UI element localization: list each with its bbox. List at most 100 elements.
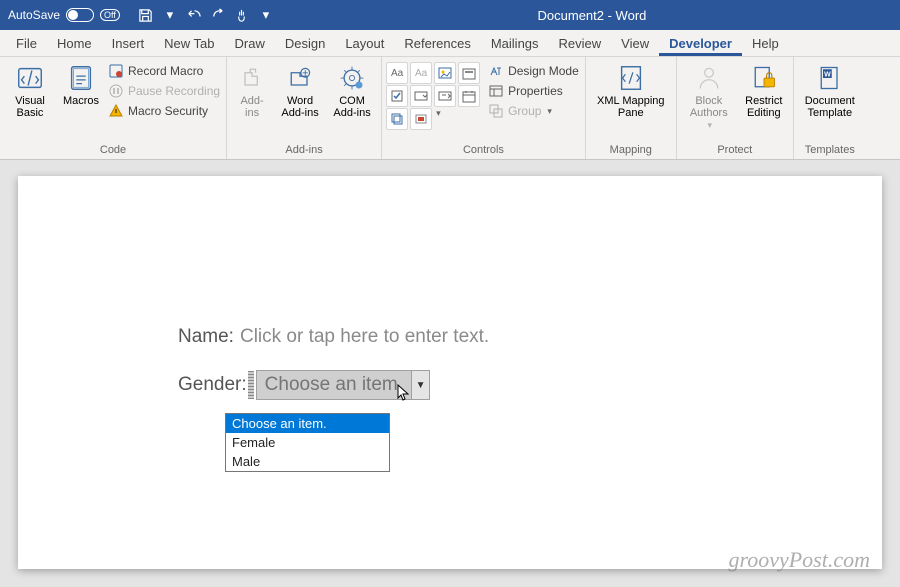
qat-more-icon[interactable]: ▾ [258,7,274,23]
com-addins-icon [336,62,368,94]
dropdown-option-placeholder[interactable]: Choose an item. [226,414,389,433]
block-authors-label: Block Authors [690,95,728,119]
group-controls: Aa Aa ▾ [382,57,586,159]
group-controls-label: Controls [386,142,581,159]
control-legacy[interactable] [410,108,432,130]
record-macro-label: Record Macro [128,64,203,78]
tab-mailings[interactable]: Mailings [481,32,549,56]
control-dropdown[interactable] [434,85,456,107]
properties-button[interactable]: Properties [486,82,581,100]
macro-security-button[interactable]: Macro Security [106,102,222,120]
document-page: Name: Click or tap here to enter text. G… [18,176,882,569]
properties-icon [488,83,504,99]
document-template-icon: W [814,62,846,94]
form-row-gender: Gender: Choose an item. ▼ [178,370,722,400]
document-template-button[interactable]: W Document Template [798,60,862,121]
group-mapping: XML Mapping Pane Mapping [586,57,677,159]
tab-new-tab[interactable]: New Tab [154,32,224,56]
tab-insert[interactable]: Insert [102,32,155,56]
autosave-toggle[interactable] [66,8,94,22]
xml-mapping-icon [615,62,647,94]
restrict-editing-icon [748,62,780,94]
document-template-label: Document Template [805,95,855,119]
properties-label: Properties [508,84,563,98]
quick-access-toolbar: ▾ ▾ [128,7,284,23]
content-control-handle[interactable] [248,371,254,399]
restrict-editing-label: Restrict Editing [745,95,782,119]
dropdown-option-female[interactable]: Female [226,433,389,452]
save-icon[interactable] [138,7,154,23]
pause-recording-button: Pause Recording [106,82,222,100]
block-authors-chevron-icon: ▾ [706,120,713,131]
watermark: groovyPost.com [728,547,870,573]
control-combobox[interactable] [410,85,432,107]
control-date[interactable] [458,85,480,107]
design-mode-button[interactable]: Design Mode [486,62,581,80]
gender-dropdown-value: Choose an item. [257,374,411,396]
macros-icon [65,62,97,94]
group-button: Group ▾ [486,102,581,120]
addins-icon [236,62,268,94]
redo-icon[interactable] [210,7,226,23]
group-addins-label: Add-ins [231,142,377,159]
visual-basic-icon [14,62,46,94]
visual-basic-button[interactable]: Visual Basic [4,60,56,121]
group-code-label: Code [4,142,222,159]
record-macro-icon [108,63,124,79]
macros-label: Macros [63,95,99,107]
group-label-text: Group [508,104,541,118]
tab-developer[interactable]: Developer [659,32,742,56]
dropdown-arrow-button[interactable]: ▼ [411,371,429,399]
touch-mode-icon[interactable] [234,7,250,23]
macros-button[interactable]: Macros [58,60,104,109]
record-macro-button[interactable]: Record Macro [106,62,222,80]
pause-icon [108,83,124,99]
gender-dropdown-control[interactable]: Choose an item. ▼ [256,370,430,400]
gender-label: Gender: [178,374,247,396]
control-repeating[interactable] [386,108,408,130]
com-addins-button[interactable]: COM Add-ins [327,60,377,121]
macro-security-label: Macro Security [128,104,208,118]
legacy-dropdown-icon[interactable]: ▾ [434,108,441,130]
tab-home[interactable]: Home [47,32,102,56]
ribbon: Visual Basic Macros Record Macro Pause R… [0,57,900,160]
tab-view[interactable]: View [611,32,659,56]
addins-button: Add- ins [231,60,273,121]
word-addins-button[interactable]: Word Add-ins [275,60,325,121]
group-templates-label: Templates [798,142,862,159]
control-building-block[interactable] [458,62,480,84]
xml-mapping-button[interactable]: XML Mapping Pane [590,60,672,121]
svg-text:W: W [824,71,831,78]
menu-tabs: File Home Insert New Tab Draw Design Lay… [0,30,900,57]
undo-icon[interactable] [186,7,202,23]
tab-help[interactable]: Help [742,32,789,56]
block-authors-icon [693,62,725,94]
autosave-label: AutoSave [8,8,60,22]
tab-design[interactable]: Design [275,32,335,56]
group-icon [488,103,504,119]
group-chevron-icon: ▾ [545,106,552,117]
group-code: Visual Basic Macros Record Macro Pause R… [0,57,227,159]
name-text-control[interactable]: Click or tap here to enter text. [240,326,489,348]
tab-file[interactable]: File [6,32,47,56]
group-templates: W Document Template Templates [794,57,866,159]
control-rich-text[interactable]: Aa [386,62,408,84]
tab-draw[interactable]: Draw [225,32,275,56]
group-protect-label: Protect [681,142,789,159]
tab-references[interactable]: References [394,32,480,56]
chevron-down-icon: ▼ [416,380,426,391]
visual-basic-label: Visual Basic [15,95,45,119]
tab-review[interactable]: Review [549,32,612,56]
control-picture[interactable] [434,62,456,84]
control-checkbox[interactable] [386,85,408,107]
qat-dropdown-icon[interactable]: ▾ [162,7,178,23]
block-authors-button: Block Authors ▾ [681,60,737,133]
restrict-editing-button[interactable]: Restrict Editing [739,60,789,121]
tab-layout[interactable]: Layout [335,32,394,56]
control-plain-text[interactable]: Aa [410,62,432,84]
autosave-container: AutoSave Off [0,8,128,22]
workspace: Name: Click or tap here to enter text. G… [0,160,900,587]
pause-recording-label: Pause Recording [128,84,220,98]
dropdown-option-male[interactable]: Male [226,452,389,471]
word-addins-label: Word Add-ins [281,95,318,119]
